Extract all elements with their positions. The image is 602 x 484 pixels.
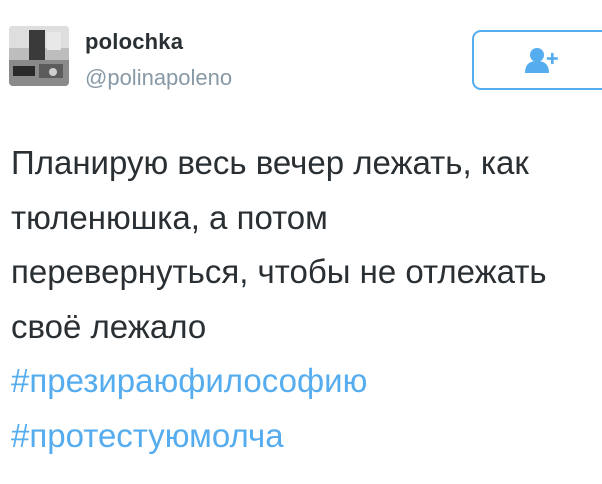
tweet-text-line: своё лежало — [11, 307, 207, 345]
hashtag-link[interactable]: #протестуюмолча — [11, 409, 596, 464]
tweet-text-line: перевернуться, чтобы не отлежать — [11, 253, 547, 290]
follow-button[interactable] — [472, 30, 602, 90]
tweet-text: Планирую весь вечер лежать, как тюленюшк… — [11, 136, 596, 463]
add-user-icon — [525, 48, 558, 73]
author-avatar[interactable] — [9, 26, 69, 86]
author-handle[interactable]: @polinapoleno — [85, 65, 232, 91]
tweet-text-line: Планирую весь вечер лежать, как — [11, 144, 529, 181]
author-display-name[interactable]: polochka — [85, 29, 183, 55]
avatar-image — [9, 26, 69, 86]
hashtag-link[interactable]: #презираюфилософию — [11, 354, 596, 409]
tweet-text-line: тюленюшка, а потом — [11, 198, 328, 236]
